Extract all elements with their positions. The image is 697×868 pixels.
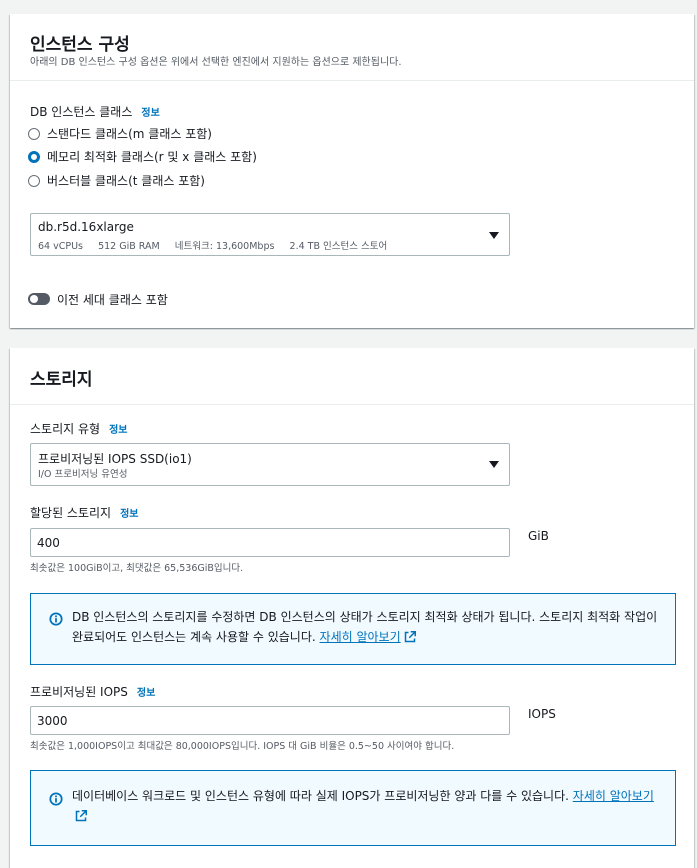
radio-standard-class-label: 스탠다드 클래스(m 클래스 포함)	[47, 127, 212, 141]
allocated-storage-info-link[interactable]: 정보	[120, 509, 138, 520]
storage-panel: 스토리지 스토리지 유형 정보 프로비저닝된 IOPS SSD(io1) I/O …	[10, 348, 694, 868]
storage-type-select-details: I/O 프로비저닝 유연성	[38, 469, 128, 480]
radio-burstable-class[interactable]: 버스터블 클래스(t 클래스 포함)	[28, 173, 205, 189]
radio-burstable-class-control[interactable]	[28, 174, 40, 187]
provisioned-iops-unit: IOPS	[528, 707, 556, 721]
radio-memory-optimized-class-label: 메모리 최적화 클래스(r 및 x 클래스 포함)	[47, 150, 257, 164]
storage-type-select-value: 프로비저닝된 IOPS SSD(io1)	[38, 452, 192, 466]
allocated-storage-input[interactable]	[30, 528, 510, 557]
external-link-icon[interactable]	[404, 630, 416, 643]
storage-modification-alert: DB 인스턴스의 스토리지를 수정하면 DB 인스턴스의 상태가 스토리지 최적…	[30, 593, 676, 665]
instance-class-select-details: 64 vCPUs 512 GiB RAM 네트워크: 13,600Mbps 2.…	[38, 241, 388, 252]
storage-learn-more-link[interactable]: 자세히 알아보기	[320, 630, 401, 644]
toggle-knob	[30, 295, 38, 303]
allocated-storage-unit: GiB	[528, 529, 549, 543]
provisioned-iops-info-link[interactable]: 정보	[137, 688, 155, 699]
instance-class-select[interactable]: db.r5d.16xlarge 64 vCPUs 512 GiB RAM 네트워…	[30, 213, 510, 256]
instance-class-select-caret-icon	[489, 232, 499, 239]
instance-panel-header: 인스턴스 구성 아래의 DB 인스턴스 구성 옵션은 위에서 선택한 엔진에서 …	[10, 14, 694, 81]
radio-standard-class[interactable]: 스탠다드 클래스(m 클래스 포함)	[28, 126, 212, 142]
iops-alert-message: 데이터베이스 워크로드 및 인스턴스 유형에 따라 실제 IOPS가 프로비저닝…	[72, 789, 569, 803]
allocated-storage-label: 할당된 스토리지 정보	[30, 504, 139, 521]
allocated-storage-hint: 최솟값은 100GiB이고, 최댓값은 65,536GiB입니다.	[30, 563, 244, 574]
allocated-storage-label-text: 할당된 스토리지	[30, 506, 112, 520]
iops-alert: 데이터베이스 워크로드 및 인스턴스 유형에 따라 실제 IOPS가 프로비저닝…	[30, 770, 676, 846]
storage-type-label: 스토리지 유형 정보	[30, 420, 127, 437]
info-icon	[49, 612, 63, 626]
instance-configuration-panel: 인스턴스 구성 아래의 DB 인스턴스 구성 옵션은 위에서 선택한 엔진에서 …	[10, 14, 694, 328]
info-icon	[49, 792, 63, 806]
storage-type-label-text: 스토리지 유형	[30, 422, 101, 436]
provisioned-iops-label-text: 프로비저닝된 IOPS	[30, 685, 128, 699]
storage-type-select-caret-icon	[489, 461, 499, 468]
db-instance-class-label-text: DB 인스턴스 클래스	[30, 105, 133, 119]
storage-panel-title: 스토리지	[30, 370, 93, 390]
instance-panel-description: 아래의 DB 인스턴스 구성 옵션은 위에서 선택한 엔진에서 지원하는 옵션으…	[30, 57, 402, 68]
iops-learn-more-link[interactable]: 자세히 알아보기	[573, 789, 654, 803]
storage-type-select[interactable]: 프로비저닝된 IOPS SSD(io1) I/O 프로비저닝 유연성	[30, 443, 510, 486]
external-link-icon[interactable]	[75, 809, 87, 822]
provisioned-iops-label: 프로비저닝된 IOPS 정보	[30, 683, 155, 700]
db-instance-class-label: DB 인스턴스 클래스 정보	[30, 103, 160, 120]
radio-burstable-class-label: 버스터블 클래스(t 클래스 포함)	[47, 174, 205, 188]
radio-memory-optimized-class-control[interactable]	[28, 150, 40, 163]
iops-alert-text: 데이터베이스 워크로드 및 인스턴스 유형에 따라 실제 IOPS가 프로비저닝…	[72, 786, 661, 826]
db-instance-class-info-link[interactable]: 정보	[141, 108, 159, 119]
previous-generation-toggle[interactable]	[28, 293, 50, 305]
radio-memory-optimized-class[interactable]: 메모리 최적화 클래스(r 및 x 클래스 포함)	[28, 149, 257, 165]
instance-panel-title: 인스턴스 구성	[30, 35, 130, 55]
storage-panel-header: 스토리지	[10, 348, 694, 405]
radio-standard-class-control[interactable]	[28, 127, 40, 140]
storage-type-info-link[interactable]: 정보	[109, 425, 127, 436]
provisioned-iops-input[interactable]	[30, 706, 510, 735]
storage-alert-text: DB 인스턴스의 스토리지를 수정하면 DB 인스턴스의 상태가 스토리지 최적…	[72, 607, 661, 647]
instance-class-select-value: db.r5d.16xlarge	[38, 220, 134, 234]
provisioned-iops-hint: 최솟값은 1,000IOPS이고 최대값은 80,000IOPS입니다. IOP…	[30, 741, 455, 752]
previous-generation-toggle-label: 이전 세대 클래스 포함	[57, 293, 168, 307]
